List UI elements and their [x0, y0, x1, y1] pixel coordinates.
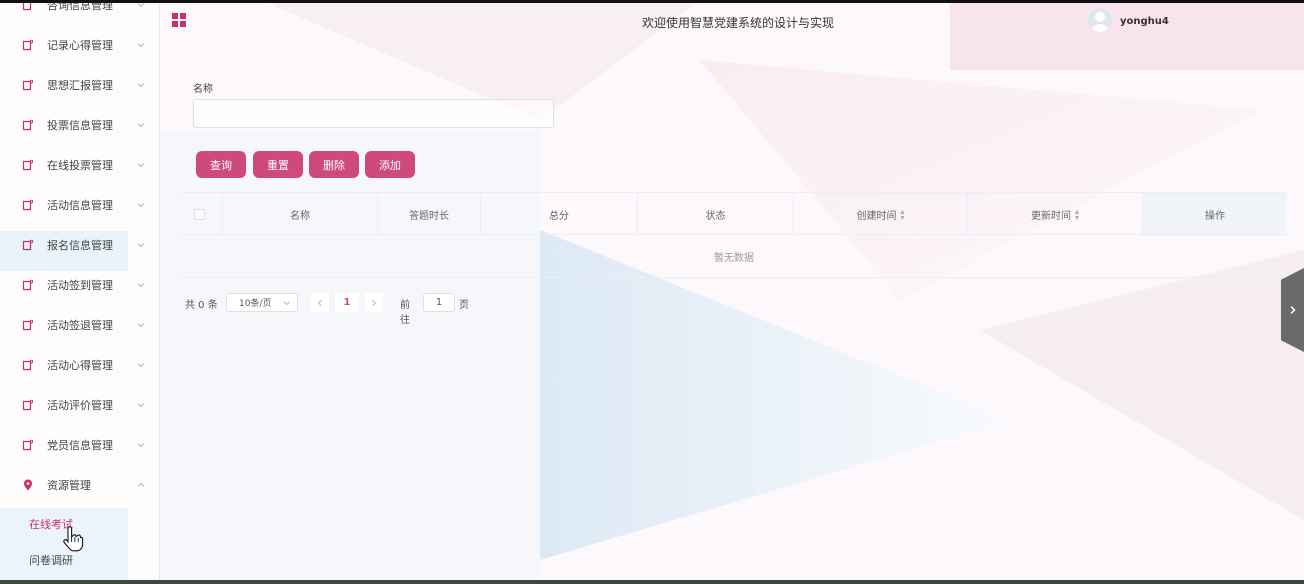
tag-icon: [22, 279, 34, 291]
hand-cursor-icon: [63, 526, 84, 552]
reset-button[interactable]: 重置: [253, 151, 303, 178]
sidebar-item-label: 记录心得管理: [47, 39, 113, 52]
page-suffix-label: 页: [459, 300, 469, 311]
column-header-status: 状态: [638, 193, 794, 236]
username[interactable]: yonghu4: [1120, 16, 1169, 27]
chevron-down-icon: [137, 403, 145, 408]
tag-icon: [22, 319, 34, 331]
tag-icon: [22, 3, 33, 11]
sidebar-item-report[interactable]: 思想汇报管理: [0, 65, 159, 105]
chevron-down-icon: [137, 3, 145, 8]
sort-icon[interactable]: ▴ ▾: [900, 207, 904, 221]
sidebar-item-online-vote[interactable]: 在线投票管理: [0, 145, 159, 185]
sidebar-item-consult[interactable]: 咨询信息管理: [0, 3, 159, 25]
sidebar-item-label: 党员信息管理: [47, 439, 113, 452]
column-header-actions: 操作: [1143, 193, 1287, 236]
chevron-up-icon: [137, 482, 145, 487]
sidebar-item-label: 活动签退管理: [47, 319, 113, 332]
chevron-right-icon: [372, 299, 377, 306]
tag-icon: [22, 159, 34, 171]
tag-icon: [22, 399, 34, 411]
add-button[interactable]: 添加: [365, 151, 415, 178]
sidebar-item-label: 资源管理: [47, 479, 91, 492]
chevron-right-icon: [1289, 305, 1296, 315]
select-all-cell: [181, 193, 223, 236]
chevron-down-icon: [137, 163, 145, 168]
name-search-label: 名称: [193, 84, 213, 95]
sidebar-item-label: 报名信息管理: [47, 239, 113, 252]
avatar[interactable]: [1088, 8, 1112, 32]
tag-icon: [22, 119, 34, 131]
top-header: 欢迎使用智慧党建系统的设计与实现 yonghu4: [160, 3, 1304, 43]
next-page-button[interactable]: [365, 293, 383, 312]
empty-text: 暂无数据: [714, 252, 754, 264]
sidebar-item-label: 投票信息管理: [47, 119, 113, 132]
query-button[interactable]: 查询: [196, 151, 246, 178]
chevron-down-icon: [283, 301, 291, 306]
select-all-checkbox[interactable]: [194, 209, 205, 220]
chevron-down-icon: [137, 443, 145, 448]
sidebar-item-vote-info[interactable]: 投票信息管理: [0, 105, 159, 145]
tag-icon: [22, 79, 34, 91]
table-header: 名称 答题时长 总分 状态 创建时间 ▴ ▾ 更新时间 ▴ ▾ 操作: [181, 192, 1287, 236]
sidebar-item-checkin[interactable]: 活动签到管理: [0, 265, 159, 305]
window-top-edge: [0, 0, 1304, 3]
column-header-name: 名称: [223, 193, 378, 236]
sidebar-item-checkout[interactable]: 活动签退管理: [0, 305, 159, 345]
table-empty-row: 暂无数据: [181, 235, 1287, 278]
tag-icon: [22, 239, 34, 251]
data-table: 名称 答题时长 总分 状态 创建时间 ▴ ▾ 更新时间 ▴ ▾ 操作 暂无数据: [181, 192, 1287, 278]
prev-page-button[interactable]: [311, 293, 329, 312]
chevron-down-icon: [137, 323, 145, 328]
grid-menu-icon[interactable]: [171, 12, 187, 28]
column-header-created-time[interactable]: 创建时间 ▴ ▾: [794, 193, 968, 236]
column-header-duration: 答题时长: [378, 193, 481, 236]
sidebar-item-activity-info[interactable]: 活动信息管理: [0, 185, 159, 225]
sidebar-item-label: 在线投票管理: [47, 159, 113, 172]
pagination-total: 共 0 条: [185, 300, 218, 311]
main-content: 名称 查询 重置 删除 添加 名称 答题时长 总分 状态 创建时间 ▴ ▾ 更新…: [160, 43, 1304, 580]
sidebar-item-activity-review[interactable]: 活动评价管理: [0, 385, 159, 425]
location-pin-icon: [24, 479, 32, 491]
tag-icon: [22, 199, 34, 211]
sidebar-item-signup[interactable]: 报名信息管理: [0, 225, 159, 265]
name-search-input[interactable]: [193, 99, 554, 128]
page-size-select[interactable]: 10条/页: [226, 293, 298, 312]
chevron-down-icon: [137, 203, 145, 208]
window-bottom-edge: [0, 580, 1304, 584]
delete-button[interactable]: 删除: [309, 151, 359, 178]
chevron-down-icon: [137, 363, 145, 368]
sidebar-item-label: 咨询信息管理: [47, 3, 113, 12]
chevron-down-icon: [137, 243, 145, 248]
chevron-down-icon: [137, 83, 145, 88]
chevron-down-icon: [137, 123, 145, 128]
site-title: 欢迎使用智慧党建系统的设计与实现: [642, 16, 835, 30]
tag-icon: [22, 439, 34, 451]
sidebar-item-notes[interactable]: 记录心得管理: [0, 25, 159, 65]
sidebar-item-label: 活动心得管理: [47, 359, 113, 372]
sidebar-item-label: 思想汇报管理: [47, 79, 113, 92]
goto-page-input[interactable]: 1: [423, 293, 455, 312]
page-number-current[interactable]: 1: [335, 293, 359, 312]
chevron-down-icon: [137, 283, 145, 288]
submenu-label: 问卷调研: [29, 554, 73, 567]
goto-label: 前往: [400, 300, 410, 326]
drawer-toggle-button[interactable]: [1281, 268, 1304, 352]
column-header-total-score: 总分: [481, 193, 638, 236]
sidebar-item-label: 活动签到管理: [47, 279, 113, 292]
sort-icon[interactable]: ▴ ▾: [1075, 207, 1079, 221]
column-header-updated-time[interactable]: 更新时间 ▴ ▾: [968, 193, 1143, 236]
user-avatar-icon: [1091, 12, 1109, 32]
chevron-left-icon: [317, 299, 322, 306]
sidebar: 咨询信息管理 记录心得管理 思想汇报管理 投票信息管理 在线投票管理 活动信息管…: [0, 3, 160, 580]
sidebar-item-label: 活动评价管理: [47, 399, 113, 412]
tag-icon: [22, 39, 34, 51]
chevron-down-icon: [137, 43, 145, 48]
sidebar-item-activity-notes[interactable]: 活动心得管理: [0, 345, 159, 385]
sidebar-item-label: 活动信息管理: [47, 199, 113, 212]
tag-icon: [22, 359, 34, 371]
sidebar-item-members[interactable]: 党员信息管理: [0, 425, 159, 465]
sidebar-item-resources[interactable]: 资源管理: [0, 465, 159, 505]
